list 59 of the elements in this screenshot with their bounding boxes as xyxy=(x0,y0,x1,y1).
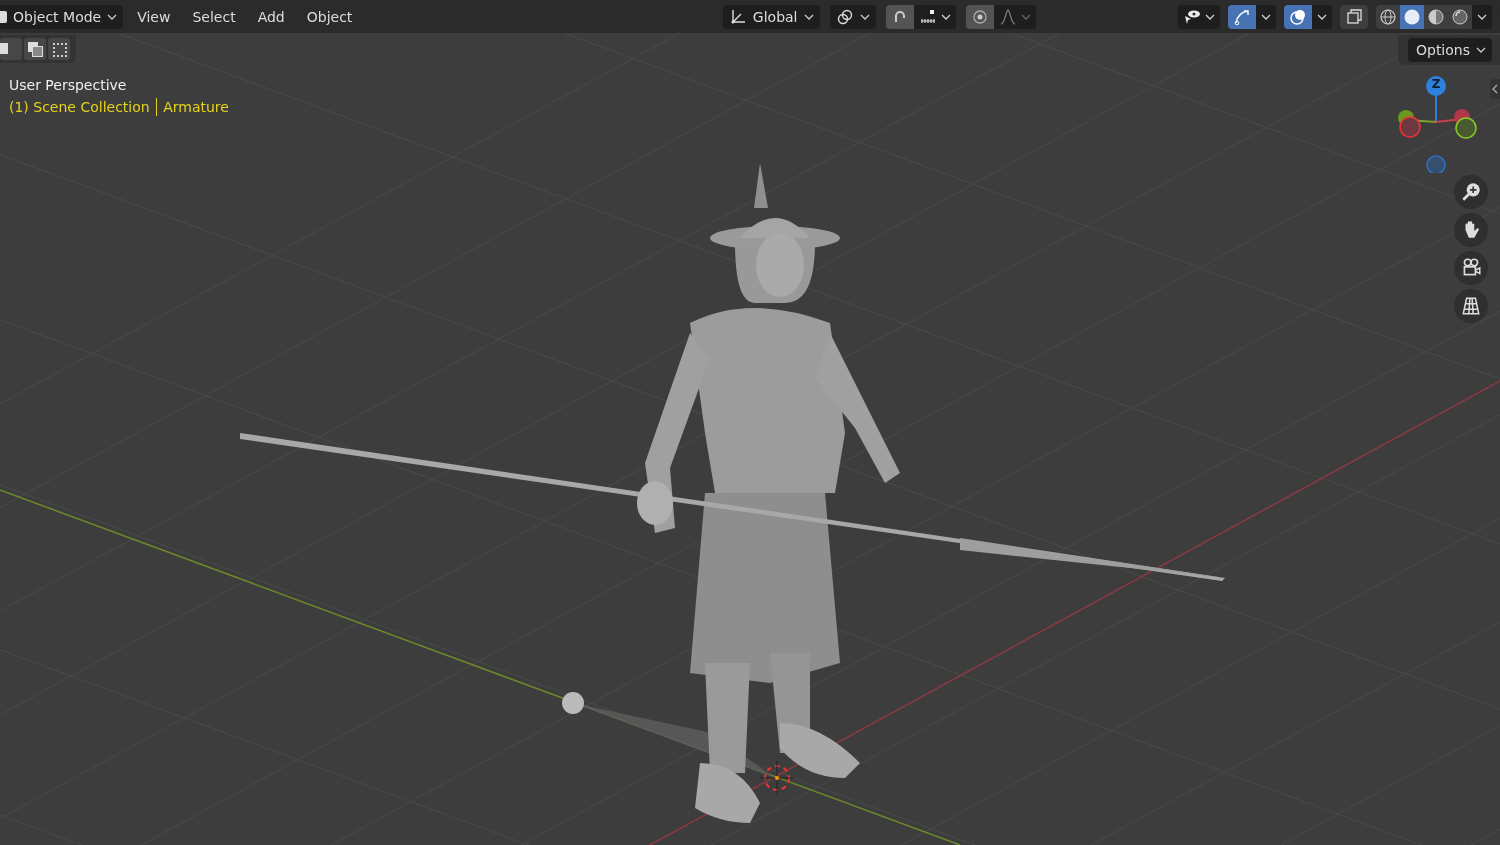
chevron-icon xyxy=(859,13,870,20)
solid-sphere-icon xyxy=(1403,7,1421,26)
mode-label: Object Mode xyxy=(13,8,102,25)
chevron-icon xyxy=(1317,13,1327,20)
menu-item[interactable]: Select xyxy=(184,4,244,29)
menu-item[interactable]: Add xyxy=(249,4,293,29)
grid-icon xyxy=(1460,295,1482,317)
chevron-icon xyxy=(1476,47,1486,53)
link-rings-icon xyxy=(835,7,854,26)
shading-mode-button[interactable] xyxy=(1424,4,1448,29)
options-label: Options xyxy=(1415,42,1470,58)
proportional-editing-toggle[interactable] xyxy=(965,4,994,29)
overlays-toggle[interactable] xyxy=(1284,4,1312,29)
options-dropdown[interactable]: Options xyxy=(1407,38,1492,62)
3d-cursor-icon xyxy=(759,760,795,796)
sidebar-toggle-tab[interactable] xyxy=(1490,79,1500,99)
subtract-selection-icon[interactable] xyxy=(48,38,70,60)
pan-button[interactable] xyxy=(1454,213,1488,247)
cube-icon xyxy=(0,10,7,23)
camera-view-button[interactable] xyxy=(1454,251,1488,285)
arc-arrow-icon xyxy=(1233,7,1251,26)
collection-name: (1) Scene Collection xyxy=(9,98,150,117)
pivot-dropdown[interactable] xyxy=(829,4,876,29)
perspective-toggle-button[interactable] xyxy=(1454,289,1488,323)
chevron-icon xyxy=(1020,13,1031,20)
menu-item[interactable]: View xyxy=(129,4,179,29)
zoom-button[interactable] xyxy=(1454,175,1488,209)
chevron-icon xyxy=(940,13,951,20)
curve-icon xyxy=(998,7,1017,26)
ruler-icon xyxy=(918,7,937,26)
chevron-icon xyxy=(1205,13,1215,20)
mode-dropdown[interactable]: Object Mode xyxy=(0,4,124,29)
chevron-icon xyxy=(1261,13,1271,20)
target-circle-icon xyxy=(970,7,989,26)
overlapping-circles-icon xyxy=(1289,7,1307,26)
wire-sphere-icon xyxy=(1379,7,1397,26)
set-selection-icon[interactable] xyxy=(0,38,22,60)
menu-item[interactable]: Object xyxy=(298,4,361,29)
glossy-sphere-icon xyxy=(1451,7,1469,26)
view-name: User Perspective xyxy=(9,76,128,95)
half-shaded-sphere-icon xyxy=(1427,7,1445,26)
orientation-dropdown[interactable]: Global xyxy=(722,4,820,29)
separator xyxy=(155,98,158,116)
z-axis-label: Z xyxy=(1430,77,1442,91)
shading-mode-button[interactable] xyxy=(1400,4,1424,29)
chevron-icon xyxy=(1477,13,1487,20)
shading-mode-button[interactable] xyxy=(1376,4,1400,29)
chevron-icon xyxy=(803,13,814,20)
snapping-toggle[interactable] xyxy=(885,4,914,29)
shading-mode-button[interactable] xyxy=(1448,4,1472,29)
chevron-left-icon xyxy=(1492,84,1498,94)
orientation-label: Global xyxy=(752,8,798,25)
object-name: Armature xyxy=(163,98,229,117)
chevron-icon xyxy=(107,13,118,20)
xray-toggle[interactable] xyxy=(1340,4,1368,29)
magnifier-plus-icon xyxy=(1460,181,1482,203)
stacked-squares-icon xyxy=(1345,7,1363,26)
gizmo-toggle[interactable] xyxy=(1228,4,1256,29)
extend-selection-icon[interactable] xyxy=(24,38,46,60)
